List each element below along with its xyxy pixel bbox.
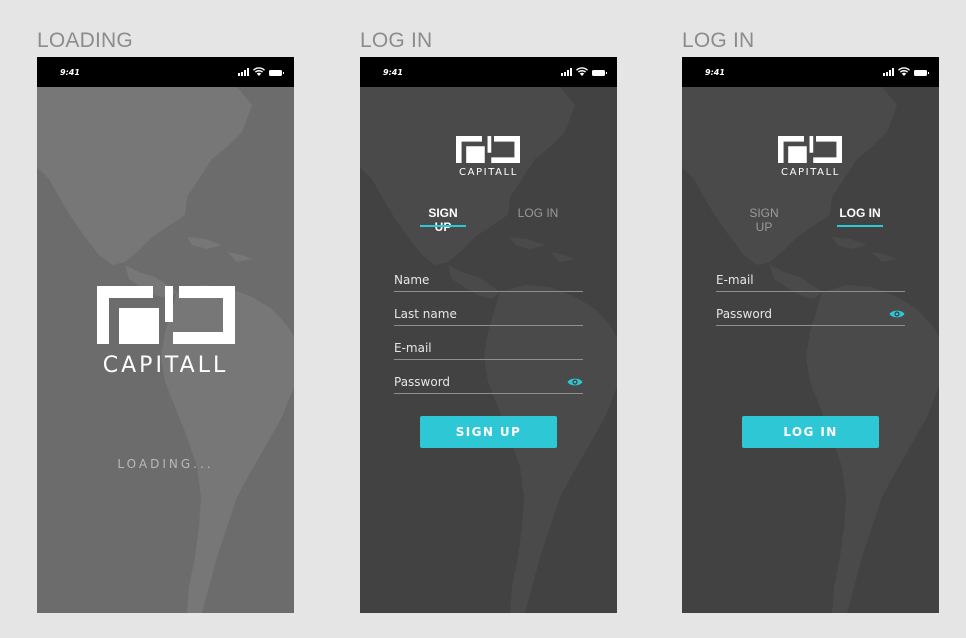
- tab-signup[interactable]: SIGN UP: [420, 206, 466, 234]
- signal-icon: [238, 68, 249, 76]
- status-bar: 9:41: [37, 57, 294, 87]
- eye-icon[interactable]: [567, 376, 583, 388]
- brand-name: CAPITALL: [459, 167, 518, 178]
- signal-icon: [561, 68, 572, 76]
- world-map: [682, 87, 939, 613]
- tab-login[interactable]: LOG IN: [515, 206, 561, 220]
- signal-icon: [883, 68, 894, 76]
- phone-signup-screen: 9:41 CAPITALL SIGN UP LOG IN Name Last n…: [360, 57, 617, 613]
- email-field-label: E-mail: [394, 341, 432, 355]
- status-time: 9:41: [60, 68, 80, 77]
- battery-icon: [269, 70, 284, 76]
- password-field[interactable]: Password: [716, 306, 905, 326]
- wifi-icon: [576, 67, 588, 76]
- active-tab-indicator: [420, 225, 466, 227]
- capitall-logo: [778, 136, 842, 163]
- signup-button[interactable]: SIGN UP: [420, 416, 557, 448]
- last-name-field[interactable]: Last name: [394, 306, 583, 326]
- email-field[interactable]: E-mail: [716, 272, 905, 292]
- last-name-field-label: Last name: [394, 307, 457, 321]
- status-bar: 9:41: [682, 57, 939, 87]
- status-bar: 9:41: [360, 57, 617, 87]
- brand-name: CAPITALL: [102, 353, 229, 378]
- name-field[interactable]: Name: [394, 272, 583, 292]
- battery-icon: [592, 70, 607, 76]
- status-time: 9:41: [705, 68, 725, 77]
- capitall-logo: [456, 136, 520, 163]
- status-time: 9:41: [383, 68, 403, 77]
- loading-text: LOADING...: [117, 457, 214, 471]
- password-field-label: Password: [716, 307, 773, 321]
- eye-icon[interactable]: [889, 308, 905, 320]
- password-field[interactable]: Password: [394, 374, 583, 394]
- phone-login-screen: 9:41 CAPITALL SIGN UP LOG IN E-mail Pass…: [682, 57, 939, 613]
- wifi-icon: [898, 67, 910, 76]
- tab-signup[interactable]: SIGN UP: [740, 206, 788, 234]
- wifi-icon: [253, 67, 265, 76]
- email-field[interactable]: E-mail: [394, 340, 583, 360]
- screen-title-signup: LOG IN: [360, 29, 433, 52]
- world-map: [37, 87, 294, 613]
- login-button[interactable]: LOG IN: [742, 416, 879, 448]
- password-field-label: Password: [394, 375, 451, 389]
- status-icons: [561, 67, 607, 76]
- tab-login[interactable]: LOG IN: [837, 206, 883, 220]
- capitall-logo: [97, 286, 235, 344]
- phone-loading-screen: 9:41 CAPITALL LOADING...: [37, 57, 294, 613]
- brand-name: CAPITALL: [781, 167, 840, 178]
- battery-icon: [914, 70, 929, 76]
- screen-title-login: LOG IN: [682, 29, 755, 52]
- name-field-label: Name: [394, 273, 430, 287]
- status-icons: [238, 67, 284, 76]
- status-icons: [883, 67, 929, 76]
- screen-title-loading: LOADING: [37, 29, 133, 52]
- active-tab-indicator: [837, 225, 883, 227]
- email-field-label: E-mail: [716, 273, 754, 287]
